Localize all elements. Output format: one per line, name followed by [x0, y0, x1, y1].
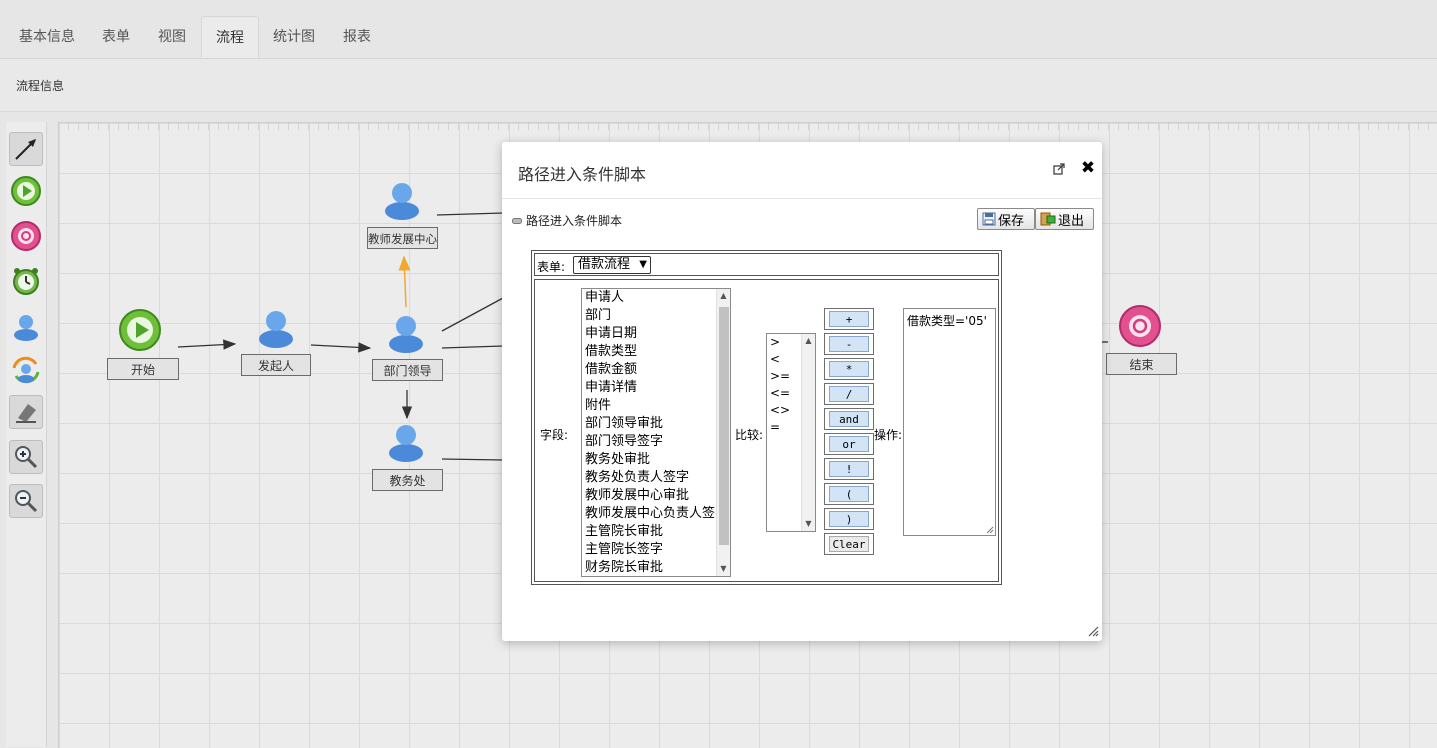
node-label-academic-office[interactable]: 教务处: [372, 469, 443, 491]
field-option[interactable]: 教务处负责人签字: [582, 469, 730, 487]
form-select-value: 借款流程: [578, 257, 631, 272]
edge-start-initiator: [177, 339, 237, 350]
dialog-divider: [502, 198, 1102, 199]
operator-plus-button[interactable]: +: [824, 308, 874, 330]
user-node-icon[interactable]: [254, 305, 298, 349]
user-node-icon[interactable]: [380, 177, 424, 221]
condition-form: 表单: 借款流程 ▼ 字段: 申请人 部门 申请日期 借款类型 借款金额 申请详…: [531, 250, 1002, 585]
expression-textarea[interactable]: 借款类型='05': [903, 308, 996, 536]
operator-minus-button[interactable]: -: [824, 333, 874, 355]
compare-listbox[interactable]: > < >= <= <> = ▲ ▼: [766, 333, 816, 532]
field-option[interactable]: 主管院长签字: [582, 541, 730, 559]
field-option[interactable]: 教师发展中心审批: [582, 487, 730, 505]
panel-title: 路径进入条件脚本: [526, 214, 623, 228]
scroll-down-icon[interactable]: ▼: [802, 517, 815, 531]
form-select[interactable]: 借款流程 ▼: [573, 256, 651, 274]
user-node-icon[interactable]: [384, 310, 428, 354]
field-option[interactable]: 借款类型: [582, 343, 730, 361]
field-option[interactable]: 部门领导审批: [582, 415, 730, 433]
operator-lparen-button[interactable]: (: [824, 483, 874, 505]
form-label: 表单:: [537, 260, 566, 274]
node-label-end[interactable]: 结束: [1106, 353, 1177, 375]
node-label-dept-leader[interactable]: 部门领导: [372, 359, 443, 381]
field-option[interactable]: 借款金额: [582, 361, 730, 379]
textarea-resize-icon[interactable]: [986, 526, 994, 534]
start-node-icon[interactable]: [118, 308, 162, 352]
clear-label: Clear: [829, 536, 869, 552]
compare-list-scrollbar[interactable]: ▲ ▼: [801, 334, 815, 531]
scroll-up-icon[interactable]: ▲: [717, 289, 730, 303]
operator-plus-label: +: [829, 311, 869, 327]
node-label-initiator[interactable]: 发起人: [241, 354, 311, 376]
operator-divide-button[interactable]: /: [824, 383, 874, 405]
panel-header: 路径进入条件脚本: [512, 212, 622, 229]
operator-not-button[interactable]: !: [824, 458, 874, 480]
edge-dept-center: [398, 255, 411, 308]
field-option[interactable]: 教务处审批: [582, 451, 730, 469]
edge-dept-out-2: [441, 345, 504, 349]
edge-dept-out-1: [441, 297, 504, 332]
field-option[interactable]: 主管院长审批: [582, 523, 730, 541]
exit-icon: [1040, 212, 1056, 226]
condition-script-dialog: 路径进入条件脚本 ✖ 路径进入条件脚本 保存 退出 表单: 借款流程 ▼ 字段:…: [502, 142, 1102, 641]
field-option[interactable]: 部门领导签字: [582, 433, 730, 451]
operator-multiply-button[interactable]: *: [824, 358, 874, 380]
operator-and-label: and: [829, 411, 869, 427]
operation-label: 操作:: [874, 428, 903, 442]
panel-icon: [512, 217, 522, 224]
operator-multiply-label: *: [829, 361, 869, 377]
edge-academic-out: [441, 458, 504, 461]
end-node-icon[interactable]: [1118, 304, 1162, 348]
form-select-row: 表单: 借款流程 ▼: [534, 253, 999, 276]
field-option[interactable]: 附件: [582, 397, 730, 415]
scroll-up-icon[interactable]: ▲: [802, 334, 815, 348]
operator-lparen-label: (: [829, 486, 869, 502]
node-label-start[interactable]: 开始: [107, 358, 179, 380]
field-label: 字段:: [540, 428, 569, 442]
close-icon[interactable]: ✖: [1080, 160, 1096, 177]
operator-or-label: or: [829, 436, 869, 452]
field-list-scrollbar[interactable]: ▲ ▼: [716, 289, 730, 576]
operator-divide-label: /: [829, 386, 869, 402]
expression-text: 借款类型='05': [907, 314, 987, 328]
save-icon: [982, 212, 996, 226]
user-node-icon[interactable]: [384, 419, 428, 463]
save-button[interactable]: 保存: [977, 208, 1035, 230]
exit-button[interactable]: 退出: [1035, 208, 1094, 230]
maximize-icon[interactable]: [1052, 162, 1066, 176]
field-option[interactable]: 部门: [582, 307, 730, 325]
clear-button[interactable]: Clear: [824, 533, 874, 555]
dialog-resize-icon[interactable]: [1087, 625, 1099, 637]
operator-not-label: !: [829, 461, 869, 477]
operator-and-button[interactable]: and: [824, 408, 874, 430]
field-option[interactable]: 教师发展中心负责人签字: [582, 505, 730, 523]
dialog-title: 路径进入条件脚本: [518, 165, 647, 184]
save-label: 保存: [998, 213, 1025, 229]
scroll-thumb[interactable]: [719, 307, 729, 545]
edge-center-out: [436, 212, 504, 216]
operator-minus-label: -: [829, 336, 869, 352]
exit-label: 退出: [1058, 213, 1085, 229]
scroll-down-icon[interactable]: ▼: [717, 562, 730, 576]
field-option[interactable]: 申请人: [582, 289, 730, 307]
node-label-teacher-center[interactable]: 教师发展中心: [367, 227, 438, 249]
operator-or-button[interactable]: or: [824, 433, 874, 455]
compare-label: 比较:: [735, 428, 764, 442]
edge-initiator-dept: [310, 342, 372, 353]
operator-rparen-label: ): [829, 511, 869, 527]
operator-rparen-button[interactable]: ): [824, 508, 874, 530]
chevron-down-icon: ▼: [639, 259, 647, 270]
expression-row: 字段: 申请人 部门 申请日期 借款类型 借款金额 申请详情 附件 部门领导审批…: [534, 279, 999, 582]
field-option[interactable]: 申请日期: [582, 325, 730, 343]
field-listbox[interactable]: 申请人 部门 申请日期 借款类型 借款金额 申请详情 附件 部门领导审批 部门领…: [581, 288, 731, 577]
field-option[interactable]: 财务院长审批: [582, 559, 730, 576]
field-option[interactable]: 申请详情: [582, 379, 730, 397]
